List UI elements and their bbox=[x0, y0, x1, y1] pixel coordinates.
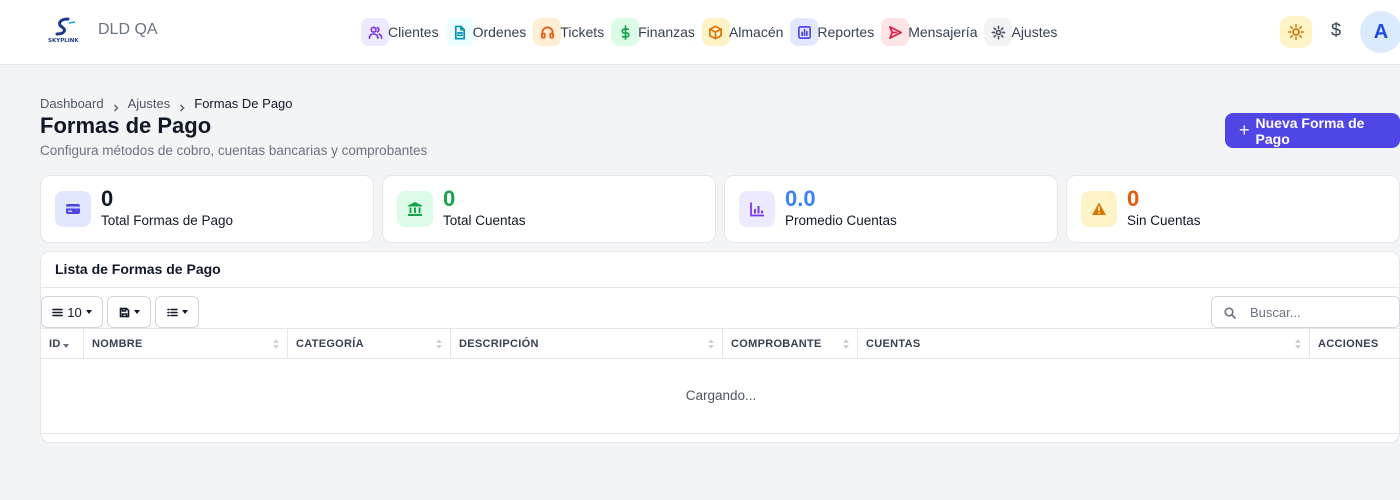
stat-value: 0 bbox=[101, 186, 114, 211]
column-header-descripcion[interactable]: DESCRIPCIÓN bbox=[451, 329, 723, 358]
sort-icon bbox=[708, 339, 714, 350]
user-avatar[interactable]: A bbox=[1360, 11, 1400, 53]
table-card-title: Lista de Formas de Pago bbox=[55, 261, 221, 277]
stat-card-total-accounts: 0 Total Cuentas bbox=[382, 175, 716, 243]
nav-label-almacen: Almacén bbox=[728, 24, 784, 40]
bank-icon bbox=[397, 191, 433, 227]
caret-down-icon bbox=[181, 310, 188, 314]
stat-value: 0 bbox=[443, 186, 456, 211]
caret-down-icon bbox=[85, 310, 92, 314]
breadcrumb-ajustes[interactable]: Ajustes bbox=[128, 96, 171, 111]
column-header-label: DESCRIPCIÓN bbox=[459, 338, 539, 350]
stat-card-total-payment-methods: 0 Total Formas de Pago bbox=[40, 175, 374, 243]
stat-value: 0 bbox=[1127, 186, 1140, 211]
table-header: ID NOMBRE CATEGORÍA DESCRIPCIÓN COMPROBA… bbox=[41, 328, 1400, 359]
nav-label-finanzas: Finanzas bbox=[638, 24, 695, 40]
column-header-label: CATEGORÍA bbox=[296, 338, 364, 350]
document-icon bbox=[445, 18, 474, 46]
sort-icon bbox=[843, 339, 849, 350]
columns-icon bbox=[166, 307, 178, 318]
sort-icon bbox=[1295, 339, 1301, 350]
loading-text: Cargando... bbox=[685, 388, 757, 403]
page-title: Formas de Pago bbox=[40, 113, 212, 138]
search-field[interactable] bbox=[1211, 296, 1400, 328]
nav-item-reportes[interactable]: Reportes bbox=[790, 18, 874, 46]
svg-text:SKYPLINK: SKYPLINK bbox=[48, 38, 79, 44]
nav-item-ordenes[interactable]: Ordenes bbox=[445, 18, 527, 46]
nav-label-ajustes: Ajustes bbox=[1011, 24, 1058, 40]
stat-label: Sin Cuentas bbox=[1127, 213, 1201, 228]
sort-desc-icon bbox=[63, 344, 69, 348]
sort-icon bbox=[436, 339, 442, 350]
breadcrumb-dashboard[interactable]: Dashboard bbox=[40, 96, 104, 111]
column-header-label: ACCIONES bbox=[1318, 338, 1379, 350]
search-input[interactable] bbox=[1250, 303, 1390, 321]
nav-item-finanzas[interactable]: Finanzas bbox=[611, 18, 695, 46]
dollar-icon bbox=[611, 18, 640, 46]
nav-item-tickets[interactable]: Tickets bbox=[533, 18, 604, 46]
send-icon bbox=[881, 18, 910, 46]
caret-down-icon bbox=[133, 310, 140, 314]
column-header-nombre[interactable]: NOMBRE bbox=[84, 329, 288, 358]
stat-label: Promedio Cuentas bbox=[785, 213, 897, 228]
column-header-label: CUENTAS bbox=[866, 338, 921, 350]
column-header-id[interactable]: ID bbox=[41, 329, 84, 358]
main-nav: Clientes Ordenes Tickets Finanzas Almacé… bbox=[361, 18, 1064, 46]
box-icon bbox=[701, 18, 730, 46]
nav-label-clientes: Clientes bbox=[388, 24, 439, 40]
stat-value: 0.0 bbox=[785, 186, 816, 211]
chevron-right-icon bbox=[113, 100, 119, 112]
warning-icon bbox=[1081, 191, 1117, 227]
nav-label-tickets: Tickets bbox=[560, 24, 605, 40]
app-logo[interactable]: SKYPLINK bbox=[44, 17, 84, 45]
nav-label-ordenes: Ordenes bbox=[472, 24, 527, 40]
loading-row: Cargando... bbox=[41, 359, 1400, 434]
sort-icon bbox=[273, 339, 279, 350]
breadcrumb-current: Formas De Pago bbox=[194, 96, 293, 111]
chart-icon bbox=[739, 191, 775, 227]
app-title: DLD QA bbox=[98, 21, 158, 38]
nav-label-reportes: Reportes bbox=[817, 24, 875, 40]
column-header-label: COMPROBANTE bbox=[731, 338, 822, 350]
users-icon bbox=[361, 18, 389, 46]
new-payment-method-button[interactable]: + Nueva Forma de Pago bbox=[1225, 113, 1400, 148]
divider bbox=[41, 287, 1399, 288]
column-header-cuentas[interactable]: CUENTAS bbox=[858, 329, 1310, 358]
page-subtitle: Configura métodos de cobro, cuentas banc… bbox=[40, 143, 428, 158]
payment-methods-table-card: Lista de Formas de Pago 10 ID NOMBRE CAT… bbox=[40, 251, 1400, 443]
columns-toggle-button[interactable] bbox=[155, 296, 199, 328]
bar-chart-icon bbox=[790, 18, 819, 46]
page-size-select[interactable]: 10 bbox=[41, 296, 103, 328]
column-header-label: NOMBRE bbox=[92, 338, 143, 350]
save-icon bbox=[119, 307, 130, 318]
list-icon bbox=[52, 307, 64, 318]
export-button[interactable] bbox=[107, 296, 151, 328]
nav-item-mensajeria[interactable]: Mensajería bbox=[881, 18, 977, 46]
page-size-value: 10 bbox=[67, 304, 82, 320]
column-header-label: ID bbox=[49, 338, 61, 350]
column-header-comprobante[interactable]: COMPROBANTE bbox=[723, 329, 858, 358]
headset-icon bbox=[533, 18, 562, 46]
stat-label: Total Formas de Pago bbox=[101, 213, 234, 228]
theme-toggle-button[interactable] bbox=[1280, 16, 1312, 48]
breadcrumb: Dashboard Ajustes Formas De Pago bbox=[40, 96, 293, 112]
stat-label: Total Cuentas bbox=[443, 213, 526, 228]
top-navbar: SKYPLINK DLD QA Clientes Ordenes Tickets bbox=[0, 0, 1400, 65]
nav-item-clientes[interactable]: Clientes bbox=[361, 18, 439, 46]
sun-icon bbox=[1288, 24, 1304, 40]
plus-icon: + bbox=[1239, 120, 1250, 140]
stat-card-no-accounts: 0 Sin Cuentas bbox=[1066, 175, 1400, 243]
chevron-right-icon bbox=[179, 100, 185, 112]
nav-item-almacen[interactable]: Almacén bbox=[701, 18, 784, 46]
column-header-categoria[interactable]: CATEGORÍA bbox=[288, 329, 451, 358]
nav-label-mensajeria: Mensajería bbox=[908, 24, 978, 40]
nav-item-ajustes[interactable]: Ajustes bbox=[984, 18, 1057, 46]
currency-button[interactable]: $ bbox=[1326, 20, 1346, 44]
stat-card-average-accounts: 0.0 Promedio Cuentas bbox=[724, 175, 1058, 243]
column-header-acciones: ACCIONES bbox=[1310, 329, 1400, 358]
new-payment-method-label: Nueva Forma de Pago bbox=[1255, 114, 1365, 147]
gear-icon bbox=[984, 18, 1013, 46]
credit-card-icon bbox=[55, 191, 91, 227]
